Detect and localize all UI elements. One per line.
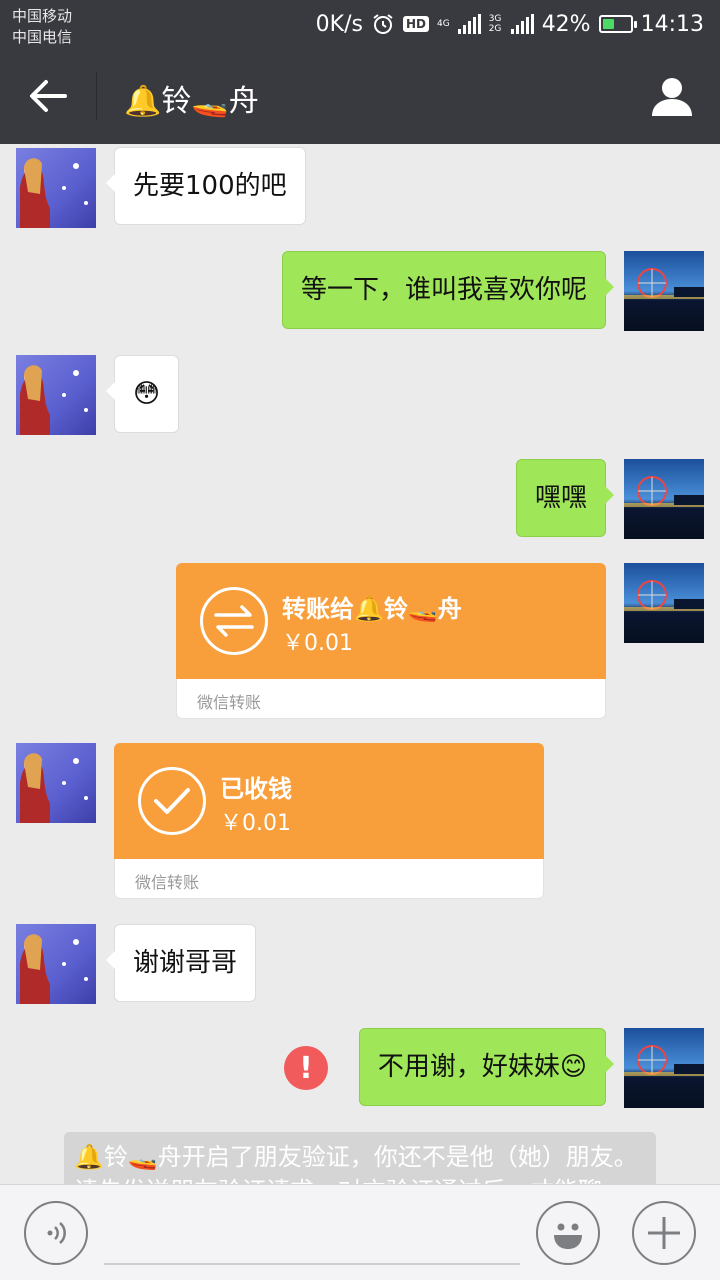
my-avatar[interactable] — [624, 251, 704, 331]
voice-button[interactable] — [24, 1201, 88, 1265]
input-bar — [0, 1184, 720, 1280]
transfer-amount: ￥0.01 — [282, 631, 353, 656]
message-bubble-incoming[interactable]: 先要100的吧 — [106, 147, 306, 225]
checkmark-icon — [138, 767, 206, 835]
emoji-button[interactable] — [536, 1201, 600, 1265]
more-button[interactable] — [632, 1201, 696, 1265]
smiley-icon — [554, 1223, 582, 1249]
net-speed: 0K/s — [315, 11, 363, 37]
message-bubble-outgoing[interactable]: 不用谢，好妹妹😊 — [358, 1028, 615, 1106]
transfer-footer: 微信转账 — [176, 679, 606, 719]
contact-avatar[interactable] — [16, 355, 96, 435]
hd-icon: HD — [402, 16, 429, 32]
chat-header: 🔔铃🚤舟 — [0, 48, 720, 144]
signal-icon-2 — [510, 14, 534, 34]
transfer-title: 已收钱 — [220, 775, 292, 803]
voice-icon — [47, 1222, 66, 1244]
plus-icon — [648, 1217, 680, 1249]
network-4g-label: 4G — [436, 19, 450, 29]
system-notice: 🔔铃🚤舟开启了朋友验证，你还不是他（她）朋友。请先发送朋友验证请求，对方验证通过… — [64, 1132, 656, 1184]
transfer-footer: 微信转账 — [114, 859, 544, 899]
contact-avatar[interactable] — [16, 743, 96, 823]
signal-icon-1 — [457, 14, 481, 34]
transfer-amount: ￥0.01 — [220, 811, 291, 836]
status-bar: 中国移动 中国电信 0K/s HD 4G 3G 2G 42% 14:13 — [0, 0, 720, 48]
battery-fill — [602, 19, 614, 29]
message-bubble-outgoing[interactable]: 嘿嘿 — [515, 459, 615, 537]
network-3g2g-label: 3G 2G — [488, 14, 502, 34]
message-bubble-outgoing[interactable]: 等一下，谁叫我喜欢你呢 — [281, 251, 615, 329]
contact-avatar[interactable] — [16, 148, 96, 228]
my-avatar[interactable] — [624, 1028, 704, 1108]
my-avatar[interactable] — [624, 459, 704, 539]
clock: 14:13 — [640, 11, 704, 37]
profile-button[interactable] — [644, 70, 700, 122]
transfer-card-body: 转账给🔔铃🚤舟 ￥0.01 — [176, 563, 606, 679]
transfer-title: 转账给🔔铃🚤舟 — [282, 595, 462, 623]
message-bubble-emoji[interactable]: 😳 — [105, 355, 180, 433]
transfer-card-body: 已收钱 ￥0.01 — [114, 743, 544, 859]
person-icon — [652, 78, 692, 116]
chat-area[interactable]: 先要100的吧 等一下，谁叫我喜欢你呢 😳 嘿嘿 转账给🔔铃🚤舟 ￥0.01 微… — [0, 144, 720, 1184]
battery-icon — [598, 15, 637, 33]
carrier-1: 中国移动 — [12, 7, 73, 25]
arrow-left-icon — [30, 80, 67, 112]
message-input[interactable] — [104, 1205, 520, 1261]
transfer-icon — [200, 587, 268, 655]
transfer-card-received[interactable]: 已收钱 ￥0.01 微信转账 — [114, 743, 544, 899]
send-failed-icon[interactable]: ! — [284, 1046, 328, 1090]
battery-percent: 42% — [541, 11, 591, 37]
header-divider — [96, 72, 97, 120]
chat-title: 🔔铃🚤舟 — [124, 84, 259, 119]
message-bubble-incoming[interactable]: 谢谢哥哥 — [105, 924, 257, 1002]
my-avatar[interactable] — [624, 563, 704, 643]
carrier-2: 中国电信 — [12, 28, 73, 46]
contact-avatar[interactable] — [16, 924, 96, 1004]
alarm-icon — [371, 12, 395, 36]
input-underline — [104, 1263, 520, 1265]
status-indicators: 0K/s HD 4G 3G 2G 42% 14:13 — [316, 10, 704, 38]
back-button[interactable] — [18, 70, 78, 122]
transfer-card-sent[interactable]: 转账给🔔铃🚤舟 ￥0.01 微信转账 — [176, 563, 606, 719]
